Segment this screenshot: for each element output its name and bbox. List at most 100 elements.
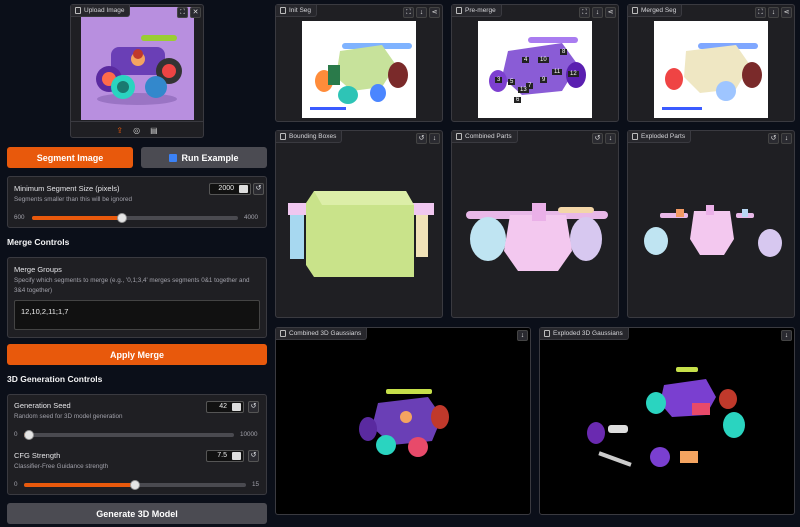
min-segment-max: 4000	[244, 214, 259, 221]
download-icon[interactable]: ↓	[781, 330, 792, 341]
segment-image-button[interactable]: Segment Image	[7, 147, 133, 168]
upload-icon[interactable]: ⇪	[116, 126, 123, 135]
combined-gaussians-panel: Combined 3D Gaussians ↓	[275, 327, 531, 515]
clipboard-icon[interactable]: ▤	[150, 126, 158, 135]
spinner-icon[interactable]	[232, 452, 241, 460]
segment-label: 9	[540, 77, 548, 83]
seed-min: 0	[14, 431, 18, 438]
cfg-desc: Classifier-Free Guidance strength	[14, 463, 109, 470]
slider-handle[interactable]	[130, 480, 140, 490]
share-icon[interactable]: ⋖	[429, 7, 440, 18]
download-icon[interactable]: ↓	[429, 133, 440, 144]
segment-label: 10	[538, 57, 549, 63]
combined-gaussians-view[interactable]	[356, 383, 456, 463]
generation-controls-header: 3D Generation Controls	[7, 374, 103, 384]
fullscreen-icon[interactable]: ⛶	[579, 7, 590, 18]
min-segment-panel: Minimum Segment Size (pixels) Segments s…	[7, 176, 267, 228]
reset-icon[interactable]: ↺	[768, 133, 779, 144]
share-icon[interactable]: ⋖	[605, 7, 616, 18]
pre-merge-label: Pre-merge	[452, 5, 502, 17]
merge-groups-panel: Merge Groups Specify which segments to m…	[7, 257, 267, 338]
download-icon[interactable]: ↓	[592, 7, 603, 18]
exploded-gaussians-view[interactable]	[580, 363, 760, 483]
webcam-icon[interactable]: ◎	[133, 126, 140, 135]
segment-label: 6	[514, 97, 522, 103]
combined-parts-view[interactable]	[462, 191, 612, 281]
model-icon	[632, 133, 638, 140]
reset-icon[interactable]: ↺	[592, 133, 603, 144]
min-segment-input[interactable]: 2000	[209, 183, 251, 195]
pre-merge-panel: Pre-merge ⛶ ↓ ⋖ 3 4 5 6 7 8 9 10 11 12 13	[451, 4, 619, 122]
cfg-input[interactable]: 7.5	[206, 450, 244, 462]
download-icon[interactable]: ↓	[768, 7, 779, 18]
fullscreen-icon[interactable]: ⛶	[403, 7, 414, 18]
fullscreen-icon[interactable]: ⛶	[755, 7, 766, 18]
merge-groups-title: Merge Groups	[14, 265, 62, 274]
min-segment-desc: Segments smaller than this will be ignor…	[14, 196, 132, 203]
segment-label: 12	[568, 71, 579, 77]
apply-merge-button[interactable]: Apply Merge	[7, 344, 267, 365]
exploded-parts-label: Exploded Parts	[628, 131, 692, 143]
min-segment-title: Minimum Segment Size (pixels)	[14, 184, 120, 193]
download-icon[interactable]: ↓	[517, 330, 528, 341]
merge-controls-header: Merge Controls	[7, 237, 70, 247]
seed-max: 10000	[240, 431, 258, 438]
cfg-slider[interactable]	[24, 480, 246, 490]
init-seg-panel: Init Seg ⛶ ↓ ⋖	[275, 4, 443, 122]
play-icon	[169, 153, 178, 162]
model-icon	[456, 133, 462, 140]
min-segment-slider[interactable]	[32, 213, 238, 223]
run-example-button[interactable]: Run Example	[141, 147, 267, 168]
generate-3d-button[interactable]: Generate 3D Model	[7, 503, 267, 524]
uploaded-image	[81, 7, 194, 120]
bounding-boxes-label: Bounding Boxes	[276, 131, 343, 143]
seed-slider[interactable]	[24, 430, 234, 440]
pre-merge-image: 3 4 5 6 7 8 9 10 11 12 13	[478, 21, 592, 118]
merge-groups-desc: Specify which segments to merge (e.g., '…	[14, 277, 250, 294]
init-seg-label: Init Seg	[276, 5, 318, 17]
segment-label: 13	[518, 87, 529, 93]
merge-groups-input[interactable]: 12,10,2,11;1,7	[14, 300, 260, 330]
segment-label: 11	[552, 69, 563, 75]
model-icon	[280, 133, 286, 140]
reset-icon[interactable]: ↺	[248, 401, 259, 413]
image-icon	[456, 7, 462, 14]
image-icon	[75, 7, 81, 14]
merged-seg-image	[654, 21, 768, 118]
combined-gaussians-label: Combined 3D Gaussians	[276, 328, 368, 340]
segment-label: 3	[495, 77, 503, 83]
reset-icon[interactable]: ↺	[253, 183, 264, 195]
image-icon	[632, 7, 638, 14]
generation-panel: Generation Seed Random seed for 3D model…	[7, 394, 267, 495]
exploded-gaussians-label: Exploded 3D Gaussians	[540, 328, 629, 340]
segment-label: 8	[560, 49, 568, 55]
reset-icon[interactable]: ↺	[248, 450, 259, 462]
share-icon[interactable]: ⋖	[781, 7, 792, 18]
seed-desc: Random seed for 3D model generation	[14, 413, 123, 420]
segment-label: 5	[508, 79, 516, 85]
fullscreen-icon[interactable]: ⛶	[177, 7, 188, 18]
upload-panel[interactable]: Upload Image ⛶ ✕ ⇪ ◎ ▤	[70, 4, 204, 138]
exploded-parts-view[interactable]	[638, 201, 788, 271]
min-segment-min: 600	[14, 214, 25, 221]
slider-handle[interactable]	[24, 430, 34, 440]
seed-title: Generation Seed	[14, 401, 71, 410]
download-icon[interactable]: ↓	[605, 133, 616, 144]
cfg-max: 15	[252, 481, 260, 488]
merged-seg-label: Merged Seg	[628, 5, 683, 17]
seed-input[interactable]: 42	[206, 401, 244, 413]
close-icon[interactable]: ✕	[190, 7, 201, 18]
combined-parts-label: Combined Parts	[452, 131, 518, 143]
reset-icon[interactable]: ↺	[416, 133, 427, 144]
exploded-parts-panel: Exploded Parts ↺ ↓	[627, 130, 795, 318]
spinner-icon[interactable]	[232, 403, 241, 411]
run-example-label: Run Example	[181, 152, 239, 163]
model-icon	[280, 330, 286, 337]
bounding-boxes-view[interactable]	[286, 181, 436, 281]
exploded-gaussians-panel: Exploded 3D Gaussians ↓	[539, 327, 795, 515]
download-icon[interactable]: ↓	[416, 7, 427, 18]
download-icon[interactable]: ↓	[781, 133, 792, 144]
spinner-icon[interactable]	[239, 185, 248, 193]
slider-handle[interactable]	[117, 213, 127, 223]
combined-parts-panel: Combined Parts ↺ ↓	[451, 130, 619, 318]
